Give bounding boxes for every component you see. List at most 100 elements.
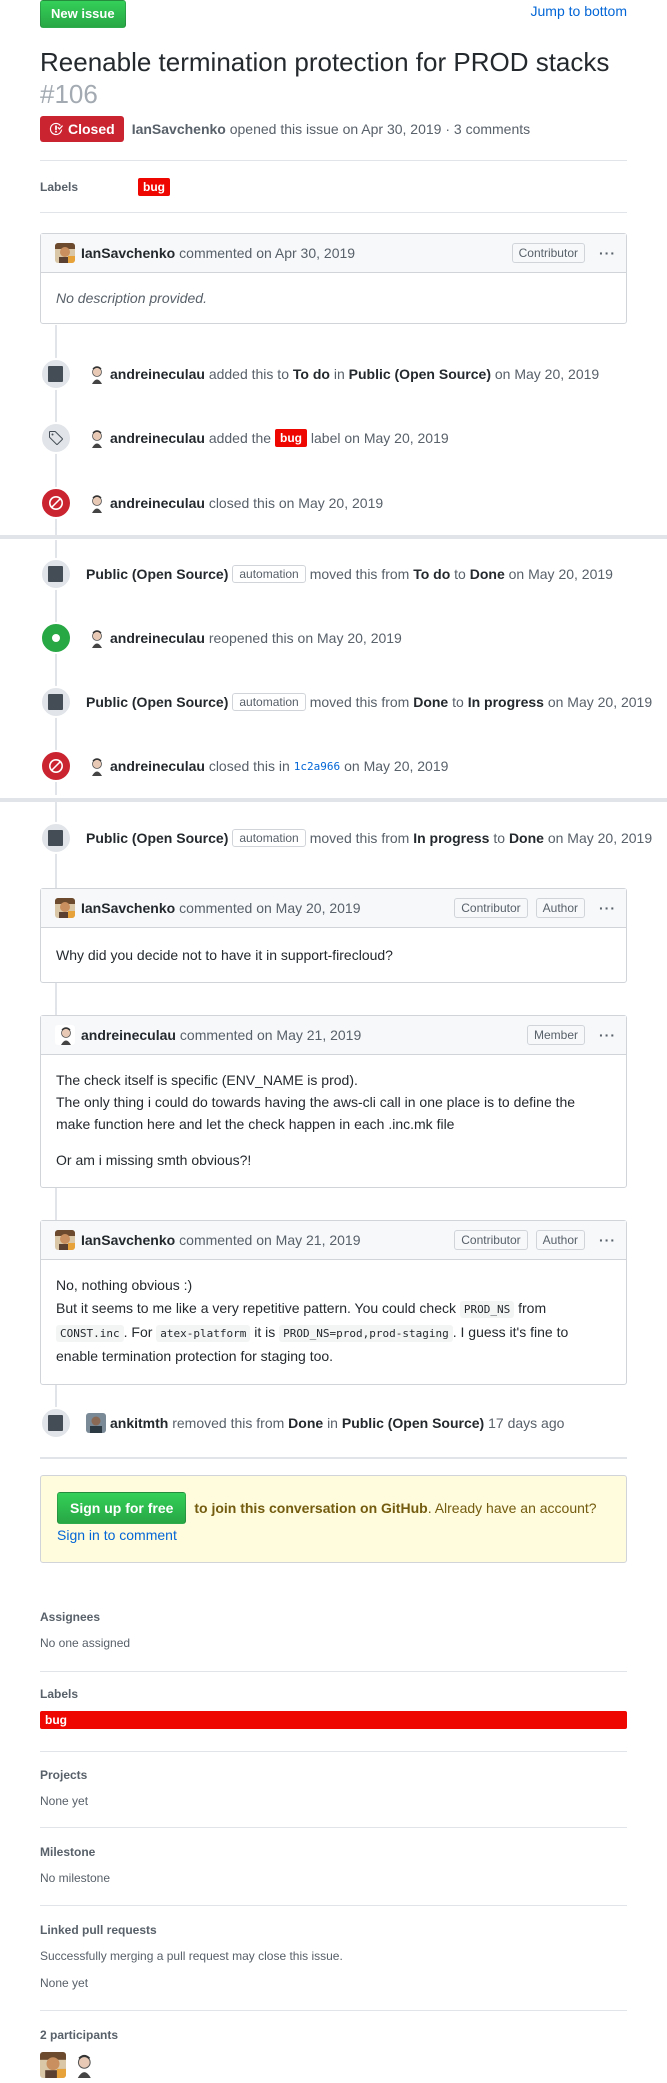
event-to: In progress (467, 694, 544, 710)
event-actor[interactable]: andreineculau (110, 630, 205, 646)
comment-author[interactable]: IanSavchenko (81, 245, 175, 261)
comment-3: andreineculau commented on May 21, 2019 … (40, 1015, 627, 1188)
event-word: to (454, 566, 466, 582)
sidebar-heading[interactable]: Labels (40, 1687, 627, 1701)
event-text: ankitmth removed this from Done in Publi… (86, 1413, 564, 1433)
event-badge (40, 487, 72, 519)
issue-title-text: Reenable termination protection for PROD… (40, 47, 610, 77)
comment-text: But it seems to me like a very repetitiv… (56, 1300, 456, 1316)
comment-paragraph: No, nothing obvious :) But it seems to m… (56, 1274, 611, 1368)
more-options-icon[interactable]: ··· (599, 900, 616, 916)
sidebar-heading[interactable]: Projects (40, 1768, 627, 1782)
label-bug[interactable]: bug (138, 177, 170, 196)
event-moved-project: Public (Open Source) automation moved this… (40, 822, 652, 854)
comment-author[interactable]: IanSavchenko (81, 1232, 175, 1248)
event-badge (40, 558, 72, 590)
more-options-icon[interactable]: ··· (599, 245, 616, 261)
avatar[interactable] (86, 493, 106, 513)
comment-text: it is (254, 1324, 276, 1340)
avatar[interactable] (40, 2052, 66, 2078)
issue-meta: Closed IanSavchenko opened this issue on… (40, 116, 627, 161)
sidebar-heading[interactable]: Linked pull requests (40, 1923, 627, 1937)
project-icon (48, 694, 64, 710)
event-actor[interactable]: andreineculau (110, 495, 205, 511)
avatar[interactable] (70, 2052, 96, 2078)
label-bug[interactable]: bug (40, 1711, 627, 1729)
event-verb: added this to (208, 366, 289, 382)
signup-prompt: Sign up for free to join this conversati… (40, 1475, 627, 1563)
comment-text: . For (123, 1324, 153, 1340)
avatar[interactable] (86, 364, 106, 384)
sidebar-value: No one assigned (40, 1636, 131, 1650)
event-actor[interactable]: andreineculau (110, 758, 205, 774)
event-date: on May 20, 2019 (494, 366, 600, 382)
comment-timestamp: commented on Apr 30, 2019 (179, 245, 356, 261)
event-verb: moved this from (309, 694, 410, 710)
participant-avatars (40, 2052, 627, 2078)
event-verb: moved this from (309, 566, 410, 582)
event-text: Public (Open Source) automation moved this… (86, 693, 652, 711)
labels-row: Labels bug (40, 161, 627, 213)
event-actor[interactable]: andreineculau (110, 430, 205, 446)
sidebar-labels: Labels bug (40, 1672, 627, 1752)
sidebar-note: Successfully merging a pull request may … (40, 1949, 343, 1963)
labels-row-title: Labels (40, 179, 79, 194)
more-options-icon[interactable]: ··· (599, 1232, 616, 1248)
event-actor[interactable]: ankitmth (110, 1415, 168, 1431)
issue-author-link[interactable]: IanSavchenko (132, 121, 226, 137)
sidebar-heading[interactable]: Assignees (40, 1610, 627, 1624)
tag-icon (48, 430, 64, 446)
avatar[interactable] (55, 898, 75, 918)
sign-up-button[interactable]: Sign up for free (57, 1492, 187, 1524)
event-project[interactable]: Public (Open Source) (86, 694, 228, 710)
comment-line: The only thing i could do towards having… (56, 1094, 576, 1132)
event-date: on May 20, 2019 (344, 758, 449, 774)
event-date: on May 20, 2019 (547, 694, 653, 710)
event-project[interactable]: Public (Open Source) (86, 830, 228, 846)
sidebar-heading[interactable]: Milestone (40, 1845, 627, 1859)
avatar[interactable] (86, 756, 106, 776)
avatar[interactable] (86, 428, 106, 448)
event-date: 17 days ago (488, 1415, 565, 1431)
event-badge (40, 750, 72, 782)
event-project[interactable]: Public (Open Source) (349, 366, 491, 382)
inline-code: CONST.inc (56, 1325, 124, 1342)
issue-number: #106 (40, 79, 98, 109)
event-date: on May 20, 2019 (547, 830, 653, 846)
avatar[interactable] (55, 1230, 75, 1250)
event-word: to (493, 830, 506, 846)
event-badge (40, 622, 72, 654)
comment-body: Why did you decide not to have it in sup… (41, 928, 626, 982)
sidebar-heading: 2 participants (40, 2028, 119, 2042)
jump-to-bottom-link[interactable]: Jump to bottom (531, 0, 628, 19)
comment-1: IanSavchenko commented on Apr 30, 2019 C… (40, 233, 627, 324)
event-added-label: andreineculau added the bug label on May… (40, 422, 449, 454)
sidebar: Assignees No one assigned Labels bug Pro… (40, 1610, 627, 2078)
event-project[interactable]: Public (Open Source) (86, 566, 228, 582)
comment-author[interactable]: andreineculau (81, 1027, 176, 1043)
avatar[interactable] (55, 1025, 75, 1045)
event-text: Public (Open Source) automation moved this… (86, 565, 613, 583)
event-column: To do (292, 366, 330, 382)
project-icon (48, 830, 64, 846)
event-project[interactable]: Public (Open Source) (342, 1415, 484, 1431)
avatar[interactable] (86, 628, 106, 648)
new-issue-button[interactable]: New issue (40, 0, 126, 28)
comment-author[interactable]: IanSavchenko (81, 900, 175, 916)
comment-paragraph: Or am i missing smth obvious?! (56, 1152, 252, 1168)
event-column: Done (288, 1415, 324, 1431)
event-text: andreineculau reopened this on May 20, 2… (86, 628, 402, 648)
automation-badge: automation (232, 693, 306, 711)
event-actor[interactable]: andreineculau (110, 366, 205, 382)
avatar[interactable] (55, 243, 75, 263)
label-bug[interactable]: bug (275, 429, 307, 447)
issue-title: Reenable termination protection for PROD… (40, 46, 627, 110)
sign-in-link[interactable]: Sign in to comment (57, 1527, 177, 1543)
avatar[interactable] (86, 1413, 106, 1433)
event-to: Done (508, 830, 544, 846)
comment-text: Why did you decide not to have it in sup… (56, 947, 393, 963)
more-options-icon[interactable]: ··· (599, 1027, 616, 1043)
event-closed: andreineculau closed this on May 20, 201… (40, 487, 383, 519)
sidebar-value: None yet (40, 1794, 89, 1808)
commit-sha-link[interactable]: 1c2a966 (294, 760, 340, 773)
